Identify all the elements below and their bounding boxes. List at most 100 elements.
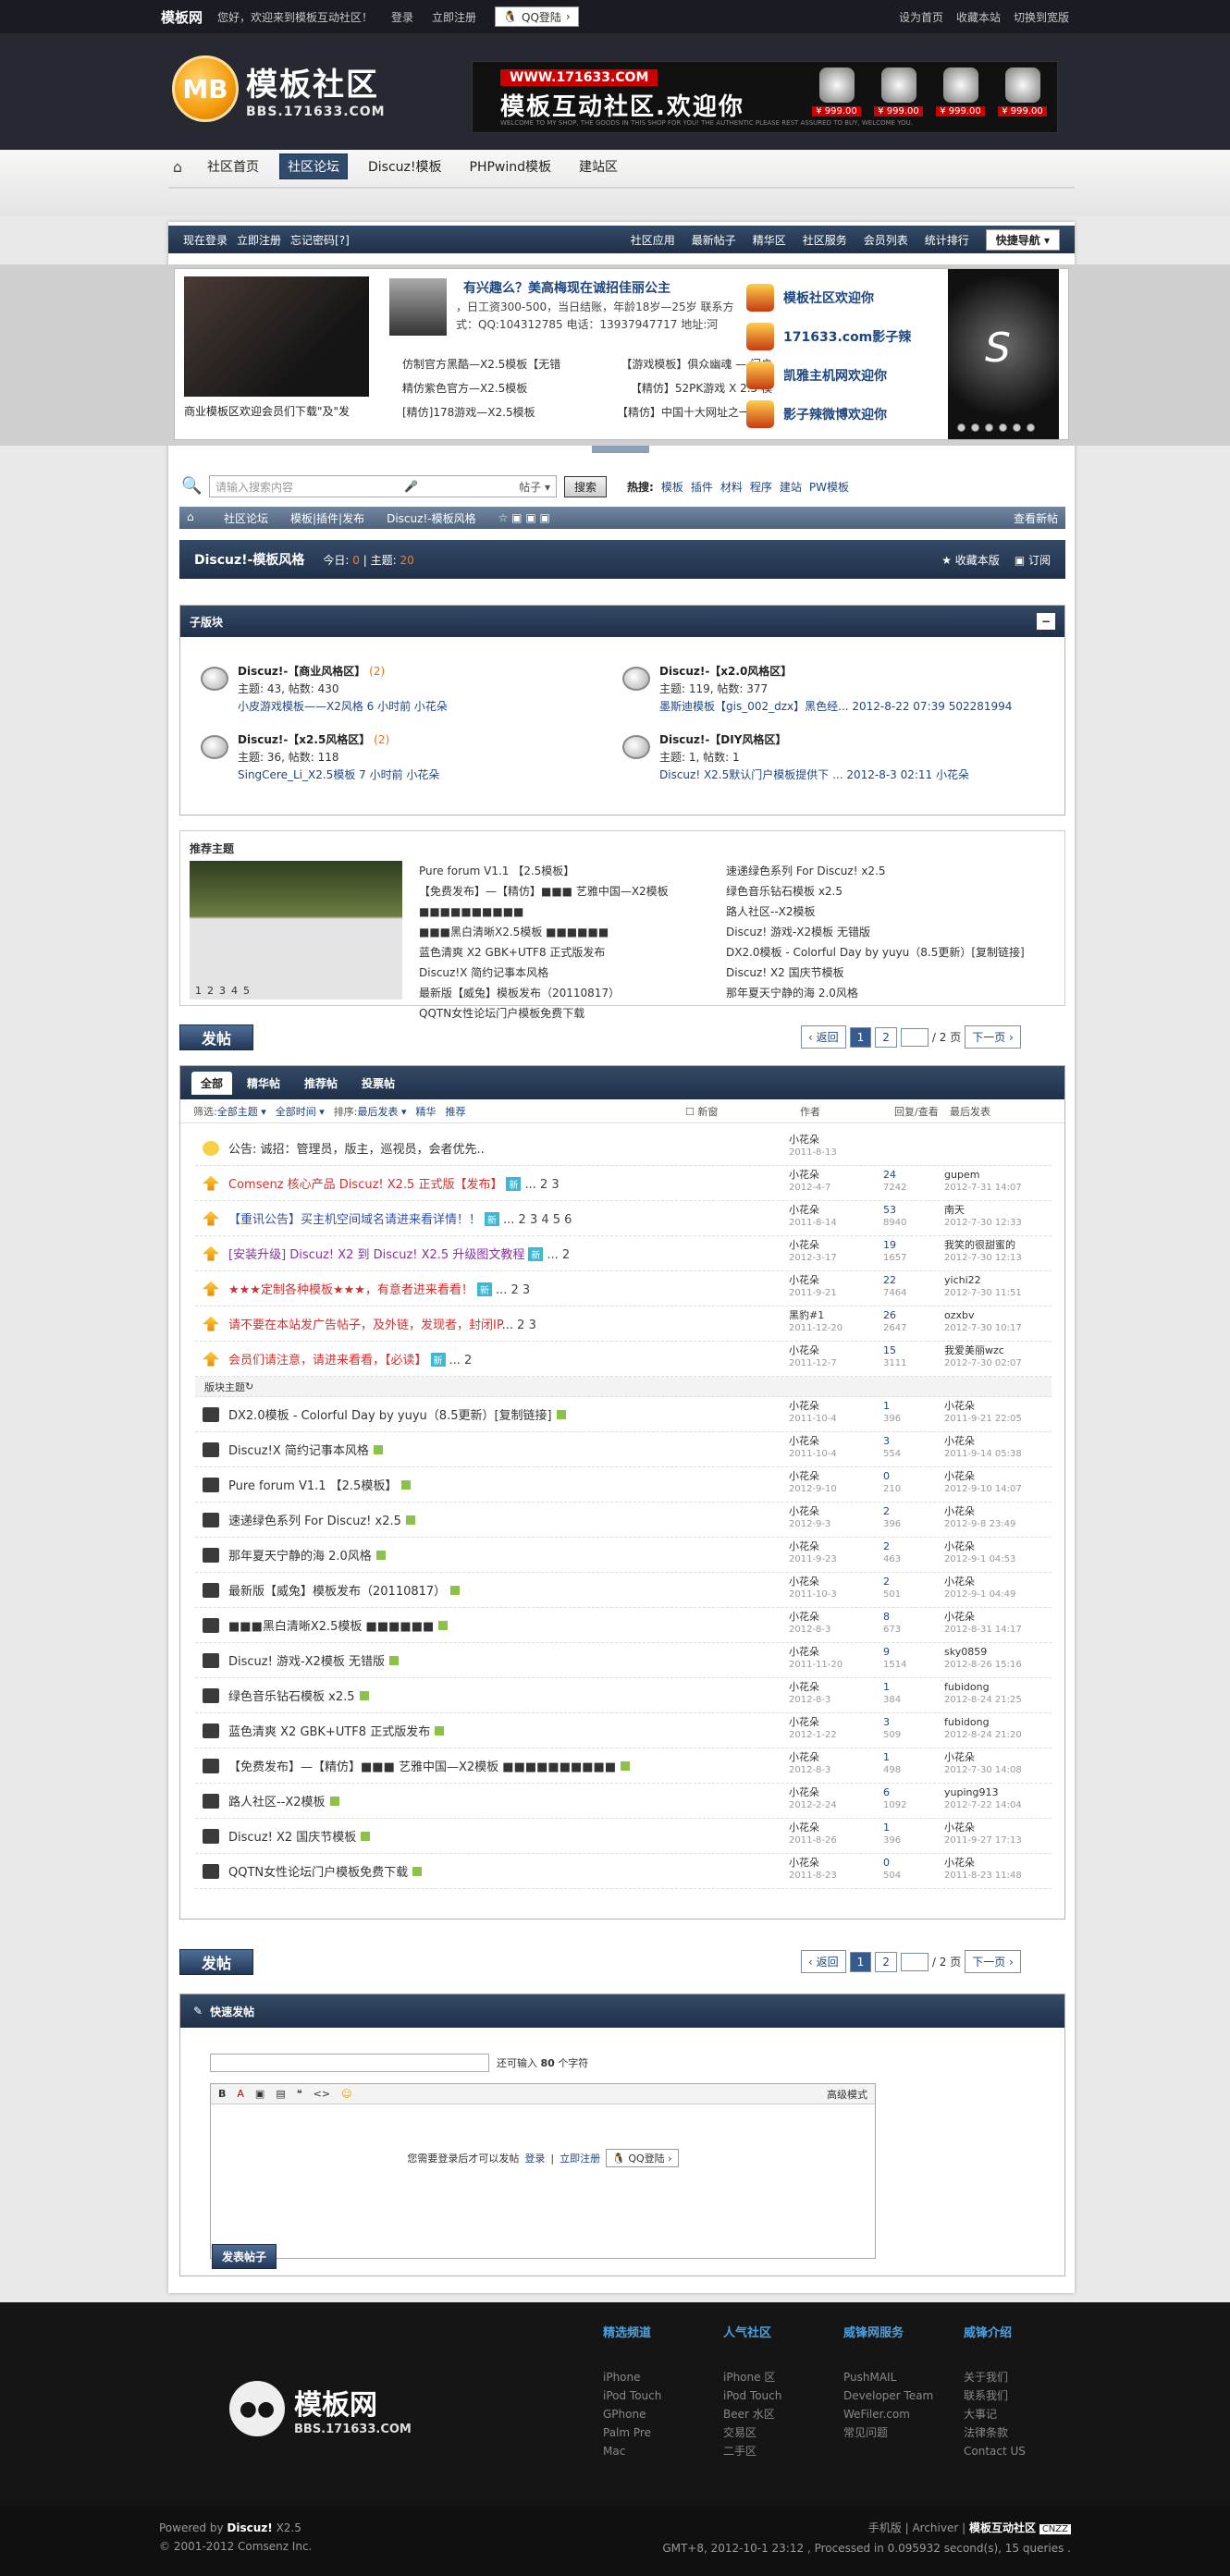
headline-item[interactable]: 精仿紫色官方—X2.5模板 xyxy=(402,380,527,396)
headline-item[interactable]: 仿制官方黑酷—X2.5模板【无错 xyxy=(402,356,560,372)
last-post-time[interactable]: 2012-7-22 14:04 xyxy=(944,1799,1022,1812)
thread-title[interactable]: Discuz!X 简约记事本风格 xyxy=(228,1444,369,1458)
featured-photo[interactable] xyxy=(184,276,369,397)
tab-all[interactable]: 全部 xyxy=(191,1071,233,1095)
nav-item-home[interactable]: 社区首页 xyxy=(200,154,266,178)
recommended-link[interactable]: 那年夏天宁静的海 2.0风格 xyxy=(726,983,1059,1003)
last-post-user[interactable]: fubidong xyxy=(944,1716,1022,1729)
thread-row[interactable]: 路人社区--X2模板 小花朵 2012-2-24 6 1092 yuping913 2012… xyxy=(195,1784,1052,1819)
subforum-name[interactable]: Discuz!-【DIY风格区】 xyxy=(659,733,786,746)
footer-link[interactable]: PushMAIL xyxy=(843,2368,933,2386)
sticky-thread-row[interactable]: 【重讯公告】买主机空间域名请进来看详情！！新... 2 3 4 5 6 小花朵 20… xyxy=(195,1201,1052,1236)
footer-link[interactable]: iPod Touch xyxy=(603,2386,661,2405)
search-scope-select[interactable]: 帖子 ▾ xyxy=(519,479,550,495)
register-link[interactable]: 立即注册 xyxy=(432,9,476,25)
subforum-item[interactable]: Discuz!-【DIY风格区】 主题: 1, 帖数: 1 Discuz! X2.… xyxy=(622,731,1029,784)
thread-author[interactable]: 小花朵 xyxy=(789,1204,837,1217)
last-post-time[interactable]: 2011-9-21 22:05 xyxy=(944,1413,1022,1426)
promo-item[interactable]: 凯雅主机网欢迎你 xyxy=(746,356,922,395)
footer-link[interactable]: Palm Pre xyxy=(603,2423,661,2442)
promo-item[interactable]: 171633.com影子辣 xyxy=(746,317,922,356)
thread-pages[interactable]: ... 2 xyxy=(449,1354,473,1368)
cnzz-badge[interactable]: CNZZ xyxy=(1039,2524,1071,2534)
collapse-button[interactable]: − xyxy=(1037,613,1055,630)
favorite-forum-button[interactable]: ★ 收藏本版 xyxy=(941,552,1000,568)
footer-link[interactable]: Beer 水区 xyxy=(723,2405,781,2423)
recommended-link[interactable]: 最新版【威兔】模板发布（20110817） xyxy=(419,983,724,1003)
share-icons[interactable]: ☆ ▣ ▣ ▣ xyxy=(498,511,550,524)
qq-login-button[interactable]: 🐧 QQ登陆 › xyxy=(495,6,579,27)
featured-caption[interactable]: 商业模板区欢迎会员们下载"及"发 xyxy=(184,403,369,419)
thread-author[interactable]: 小花朵 xyxy=(789,1400,837,1413)
hot-search-link[interactable]: 程序 xyxy=(750,479,772,495)
last-post-user[interactable]: 小花朵 xyxy=(944,1470,1022,1483)
subscribe-button[interactable]: ▣ 订阅 xyxy=(1015,552,1051,568)
breadcrumb-current[interactable]: Discuz!-模板风格 xyxy=(387,510,475,526)
slide-dot[interactable] xyxy=(999,423,1007,432)
footer-link[interactable]: iPod Touch xyxy=(723,2386,781,2405)
new-post-button-bottom[interactable]: 发帖 xyxy=(179,1949,253,1975)
nav-item-forum[interactable]: 社区论坛 xyxy=(279,153,348,179)
recommended-page[interactable]: 4 xyxy=(231,985,238,997)
last-post-time[interactable]: 2012-8-31 14:17 xyxy=(944,1624,1022,1637)
thread-title[interactable]: 那年夏天宁静的海 2.0风格 xyxy=(228,1550,372,1564)
footer-link[interactable]: Contact US xyxy=(964,2442,1026,2460)
subforum-name[interactable]: Discuz!-【x2.5风格区】 xyxy=(238,733,370,746)
subforum-item[interactable]: Discuz!-【x2.0风格区】 主题: 119, 帖数: 377 墨斯迪模板【… xyxy=(622,663,1029,716)
image-icon[interactable]: ▣ xyxy=(255,2088,264,2100)
bookmark-link[interactable]: 收藏本站 xyxy=(956,9,1001,25)
thread-row[interactable]: Discuz!X 简约记事本风格 小花朵 2011-10-4 3 554 小花朵 2011-… xyxy=(195,1432,1052,1467)
subforum-last-post[interactable]: SingCere_Li_X2.5模板 7 小时前 小花朵 xyxy=(238,767,439,784)
thread-author[interactable]: 黑豹#1 xyxy=(789,1309,843,1322)
thread-title[interactable]: 【免费发布】—【精仿】■■■ 艺雅中国—X2模板 ■■■■■■■■■■ xyxy=(228,1760,616,1774)
search-button[interactable]: 搜索 xyxy=(564,475,608,497)
font-color-icon[interactable]: A xyxy=(237,2088,244,2100)
thread-title[interactable]: ★★★定制各种模板★★★，有意者进来看看！ xyxy=(228,1283,474,1297)
last-post-user[interactable]: 小花朵 xyxy=(944,1611,1022,1624)
recommended-link[interactable]: Discuz! X2 国庆节模板 xyxy=(726,963,1059,983)
recommended-page[interactable]: 2 xyxy=(207,985,214,997)
thread-author[interactable]: 小花朵 xyxy=(789,1540,837,1553)
site-logo[interactable]: MB 模板社区 BBS.171633.COM xyxy=(172,55,386,122)
quick-nav-dropdown[interactable]: 快捷导航 ▾ xyxy=(985,228,1060,251)
thread-row[interactable]: DX2.0模板 - Colorful Day by yuyu（8.5更新）[复制… xyxy=(195,1397,1052,1432)
pager-back-button[interactable]: ‹ 返回 xyxy=(801,1950,846,1973)
pager-next-button[interactable]: 下一页 › xyxy=(965,1950,1021,1973)
forgot-password-link[interactable]: 忘记密码[?] xyxy=(290,232,350,248)
footer-link[interactable]: WeFiler.com xyxy=(843,2405,933,2423)
sticky-thread-row[interactable]: [安装升级] Discuz! X2 到 Discuz! X2.5 升级图文教程新… xyxy=(195,1236,1052,1271)
recommended-link[interactable]: 路人社区--X2模板 xyxy=(726,902,1059,922)
recommended-link[interactable]: QQTN女性论坛门户模板免费下载 xyxy=(419,1003,724,1024)
thread-pages[interactable]: ... 2 xyxy=(547,1248,570,1262)
subforum-name[interactable]: Discuz!-【x2.0风格区】 xyxy=(659,665,792,678)
hot-search-link[interactable]: 材料 xyxy=(720,479,743,495)
last-post-user[interactable]: ozxbv xyxy=(944,1309,1022,1322)
filter-recommend-link[interactable]: 推荐 xyxy=(446,1104,466,1119)
thread-row[interactable]: 绿色音乐钻石模板 x2.5 小花朵 2012-8-3 1 384 fubidong 2012… xyxy=(195,1678,1052,1713)
pager-page[interactable]: 2 xyxy=(875,1026,897,1048)
thread-pages[interactable]: ... 2 3 4 5 6 xyxy=(503,1213,572,1227)
footer-link[interactable]: iPhone 区 xyxy=(723,2368,781,2386)
refresh-icon[interactable]: ↻ xyxy=(245,1380,253,1392)
last-post-time[interactable]: 2012-8-24 21:25 xyxy=(944,1694,1022,1707)
thread-author[interactable]: 小花朵 xyxy=(789,1239,837,1252)
thread-title[interactable]: ■■■黑白清晰X2.5模板 ■■■■■■ xyxy=(228,1620,434,1634)
footer-link[interactable]: 法律条款 xyxy=(964,2423,1026,2442)
thread-row[interactable]: ■■■黑白清晰X2.5模板 ■■■■■■ 小花朵 2012-8-3 8 673 小花朵 20… xyxy=(195,1608,1052,1643)
sticky-thread-row[interactable]: Comsenz 核心产品 Discuz! X2.5 正式版【发布】新... 2 … xyxy=(195,1166,1052,1201)
last-post-time[interactable]: 2011-9-14 05:38 xyxy=(944,1448,1022,1461)
thread-row[interactable]: 蓝色清爽 X2 GBK+UTF8 正式版发布 小花朵 2012-1-22 3 509 fu… xyxy=(195,1713,1052,1748)
thread-row[interactable]: Discuz! 游戏-X2模板 无错版 小花朵 2011-11-20 9 1514 sky… xyxy=(195,1643,1052,1678)
footer-mobile-archiver-links[interactable]: 手机版 | Archiver | xyxy=(868,2521,966,2534)
register-now-link[interactable]: 立即注册 xyxy=(237,232,281,248)
last-post-user[interactable]: 南天 xyxy=(944,1204,1022,1217)
footer-logo[interactable]: ●● 模板网 BBS.171633.COM xyxy=(229,2381,412,2436)
last-post-time[interactable]: 2012-7-30 14:08 xyxy=(944,1764,1022,1777)
hot-search-link[interactable]: 插件 xyxy=(691,479,713,495)
announcement-row[interactable]: 公告: 诚招：管理员，版主，巡视员，会者优先.. 小花朵 2011-8-13 xyxy=(195,1131,1052,1166)
footer-link[interactable]: GPhone xyxy=(603,2405,661,2423)
thread-title[interactable]: 绿色音乐钻石模板 x2.5 xyxy=(228,1690,355,1704)
thread-title[interactable]: Pure forum V1.1 【2.5模板】 xyxy=(228,1479,397,1493)
menu-services[interactable]: 社区服务 xyxy=(803,232,847,248)
last-post-user[interactable]: sky0859 xyxy=(944,1646,1022,1659)
